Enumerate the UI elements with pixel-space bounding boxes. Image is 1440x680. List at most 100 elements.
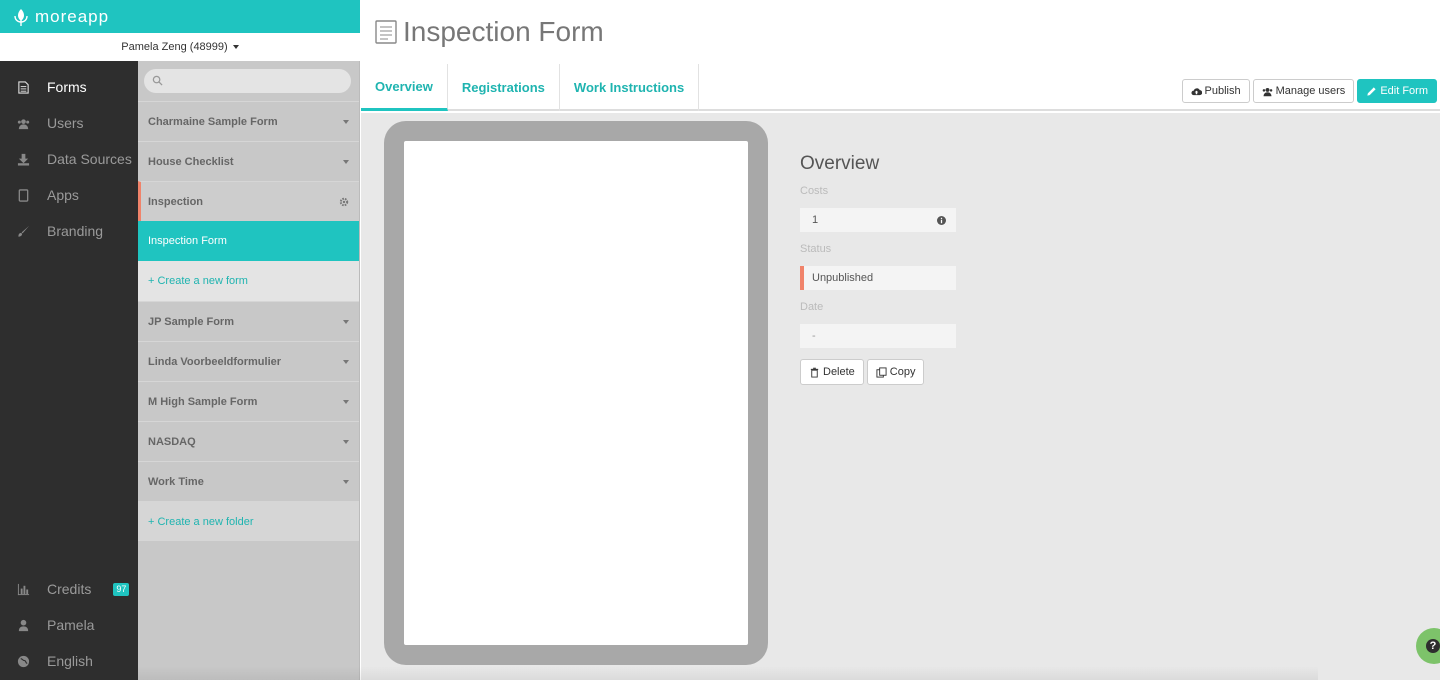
nav-label: English [47, 653, 93, 669]
costs-value: 1 [812, 214, 819, 226]
create-folder-link[interactable]: + Create a new folder [138, 501, 359, 541]
device-preview [384, 121, 768, 665]
publish-button[interactable]: Publish [1181, 79, 1250, 103]
folder-label: Charmaine Sample Form [148, 115, 278, 128]
delete-label: Delete [823, 366, 855, 378]
brand-bar[interactable]: moreapp [0, 0, 360, 33]
download-icon [16, 152, 30, 166]
brand-name: moreapp [35, 6, 110, 26]
folder-m-high-sample-form[interactable]: M High Sample Form [138, 381, 359, 421]
search-input[interactable] [144, 69, 351, 93]
copy-icon [876, 366, 887, 378]
main-area: Inspection Form Overview Registrations W… [361, 0, 1440, 680]
brush-icon [16, 224, 30, 238]
costs-label: Costs [800, 185, 829, 197]
main-nav: Forms Users Data Sources Apps Branding C… [0, 61, 138, 680]
tab-registrations[interactable]: Registrations [448, 64, 560, 111]
leaf-logo-icon [14, 8, 28, 26]
status-label: Status [800, 243, 832, 255]
form-label: Inspection Form [148, 235, 227, 247]
device-screen [404, 141, 748, 645]
delete-button[interactable]: Delete [800, 359, 864, 385]
gear-icon[interactable] [339, 197, 349, 207]
nav-label: Credits [47, 581, 92, 597]
copy-button[interactable]: Copy [866, 359, 925, 385]
tab-work-instructions[interactable]: Work Instructions [560, 64, 700, 111]
copy-label: Copy [889, 366, 916, 378]
form-item-inspection-form[interactable]: Inspection Form [138, 221, 359, 261]
folder-label: House Checklist [148, 155, 234, 168]
folder-label: JP Sample Form [148, 315, 234, 328]
account-label: Pamela Zeng (48999) [121, 41, 228, 53]
manage-users-button[interactable]: Manage users [1252, 79, 1355, 103]
overview-content: Overview Costs 1 Status Unpublished Date… [361, 113, 1440, 680]
globe-icon [16, 654, 30, 668]
info-icon[interactable] [937, 215, 946, 225]
nav-label: Data Sources [47, 151, 132, 167]
nav-item-profile[interactable]: Pamela [0, 607, 138, 643]
folder-house-checklist[interactable]: House Checklist [138, 141, 359, 181]
folder-nasdaq[interactable]: NASDAQ [138, 421, 359, 461]
document-icon [375, 20, 397, 44]
nav-label: Users [47, 115, 84, 131]
chevron-down-icon [343, 159, 349, 164]
date-field: - [800, 324, 956, 348]
help-button[interactable]: ? [1416, 628, 1440, 664]
nav-bottom: Credits 97 Pamela English [0, 571, 138, 679]
question-icon: ? [1426, 639, 1440, 653]
edit-form-button[interactable]: Edit Form [1357, 79, 1437, 103]
overview-heading: Overview [800, 153, 880, 174]
chevron-down-icon [343, 119, 349, 124]
page-header: Inspection Form [361, 0, 1440, 64]
users-icon [16, 116, 30, 130]
nav-label: Branding [47, 223, 104, 239]
search-wrap [138, 61, 359, 101]
page-title: Inspection Form [403, 16, 604, 47]
folder-label: Work Time [148, 475, 204, 488]
user-icon [16, 618, 30, 632]
nav-label: Forms [47, 79, 87, 95]
overview-panel: Overview Costs 1 Status Unpublished Date… [800, 153, 960, 385]
folder-label: Linda Voorbeeldformulier [148, 355, 282, 368]
nav-item-branding[interactable]: Branding [0, 213, 138, 249]
chevron-down-icon [343, 479, 349, 484]
tablet-icon [16, 188, 30, 202]
folder-work-time[interactable]: Work Time [138, 461, 359, 501]
nav-label: Pamela [47, 617, 95, 633]
credits-badge: 97 [113, 582, 130, 596]
nav-item-data-sources[interactable]: Data Sources [0, 141, 138, 177]
status-field: Unpublished [800, 266, 956, 290]
account-selector[interactable]: Pamela Zeng (48999) [0, 33, 360, 61]
create-form-link[interactable]: + Create a new form [138, 261, 359, 301]
folder-panel: Charmaine Sample Form House Checklist In… [138, 61, 360, 680]
folder-charmaine-sample-form[interactable]: Charmaine Sample Form [138, 101, 359, 141]
cloud-upload-icon [1190, 87, 1202, 95]
date-value: - [812, 330, 816, 342]
folder-label: NASDAQ [148, 435, 196, 448]
pencil-icon [1367, 86, 1376, 96]
nav-item-users[interactable]: Users [0, 105, 138, 141]
tab-overview[interactable]: Overview [361, 64, 448, 111]
search-icon [152, 75, 163, 86]
chevron-down-icon [343, 399, 349, 404]
chevron-down-icon [343, 359, 349, 364]
folder-inspection[interactable]: Inspection [138, 181, 359, 221]
nav-item-language[interactable]: English [0, 643, 138, 679]
bar-chart-icon [16, 582, 30, 596]
document-icon [16, 80, 30, 94]
nav-item-forms[interactable]: Forms [0, 69, 138, 105]
date-label: Date [800, 301, 824, 313]
folder-label: M High Sample Form [148, 395, 258, 408]
toolbar: Publish Manage users Edit Form [1181, 79, 1437, 103]
edit-form-label: Edit Form [1380, 85, 1428, 97]
chevron-down-icon [343, 319, 349, 324]
publish-label: Publish [1204, 85, 1241, 97]
nav-item-credits[interactable]: Credits 97 [0, 571, 138, 607]
folder-linda-voorbeeldformulier[interactable]: Linda Voorbeeldformulier [138, 341, 359, 381]
costs-field: 1 [800, 208, 956, 232]
caret-down-icon [232, 45, 239, 49]
chevron-down-icon [343, 439, 349, 444]
folder-jp-sample-form[interactable]: JP Sample Form [138, 301, 359, 341]
nav-item-apps[interactable]: Apps [0, 177, 138, 213]
nav-label: Apps [47, 187, 79, 203]
